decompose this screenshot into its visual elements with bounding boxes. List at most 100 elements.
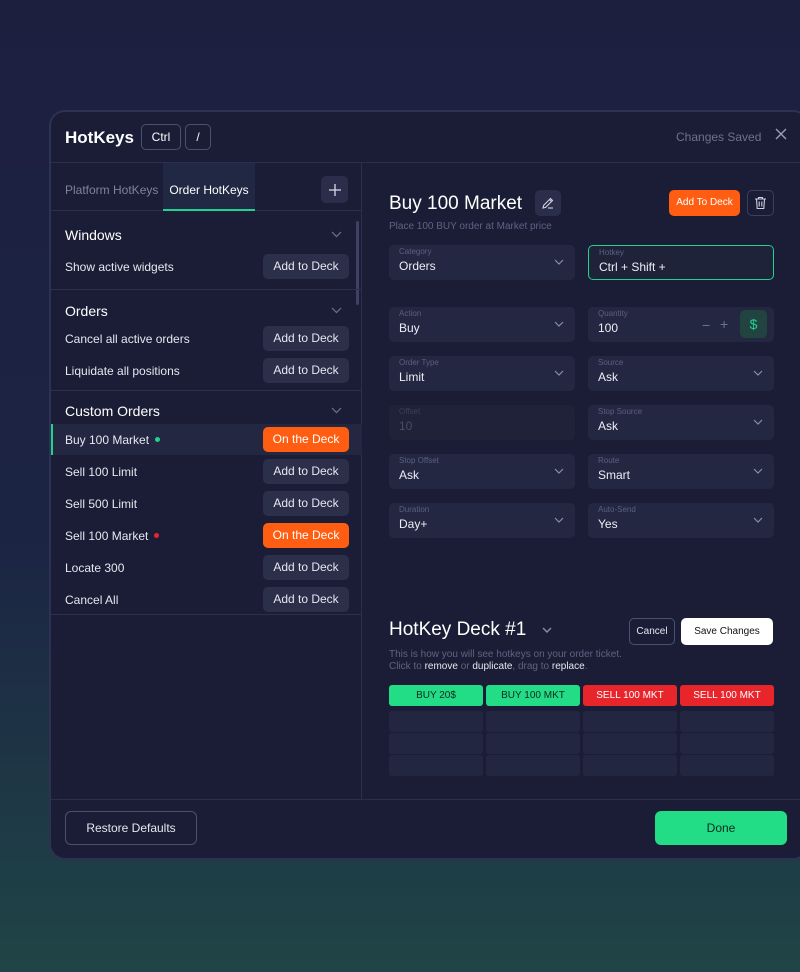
tab-platform-hotkeys[interactable]: Platform HotKeys	[65, 163, 158, 211]
on-the-deck-button[interactable]: On the Deck	[263, 427, 349, 452]
add-to-deck-button[interactable]: Add to Deck	[263, 326, 349, 351]
restore-defaults-button[interactable]: Restore Defaults	[65, 811, 197, 845]
deck-cell-empty[interactable]	[389, 711, 483, 732]
add-to-deck-button[interactable]: Add To Deck	[669, 190, 740, 216]
cancel-button[interactable]: Cancel	[629, 618, 675, 645]
add-to-deck-button[interactable]: Add to Deck	[263, 491, 349, 516]
deck-cell-empty[interactable]	[486, 755, 580, 776]
deck-cell-empty[interactable]	[486, 733, 580, 754]
deck-cell-empty[interactable]	[680, 733, 774, 754]
deck-title[interactable]: HotKey Deck #1	[389, 619, 526, 641]
list-item[interactable]: Sell 100 Limit Add to Deck	[51, 456, 362, 487]
divider	[51, 390, 362, 391]
route-select[interactable]: Route Smart	[588, 454, 774, 489]
dialog-footer: Restore Defaults Done	[51, 799, 800, 858]
on-the-deck-button[interactable]: On the Deck	[263, 523, 349, 548]
add-to-deck-button[interactable]: Add to Deck	[263, 358, 349, 383]
add-to-deck-button[interactable]: Add to Deck	[263, 254, 349, 279]
trash-icon	[755, 196, 766, 210]
save-status: Changes Saved	[676, 130, 762, 144]
chevron-down-icon	[554, 321, 564, 327]
shortcut-key-ctrl: Ctrl	[141, 124, 181, 150]
list-item: Cancel all active orders Add to Deck	[51, 323, 362, 354]
deck-cell-empty[interactable]	[583, 755, 677, 776]
list-item-label: Sell 500 Limit	[65, 497, 138, 511]
list-item[interactable]: Sell 100 Market On the Deck	[51, 520, 362, 551]
minus-icon[interactable]: −	[702, 317, 710, 333]
list-item-label: Buy 100 Market	[65, 433, 150, 447]
section-header-windows[interactable]: Windows	[65, 227, 122, 243]
deck-cell-buy[interactable]: BUY 100 MKT	[486, 685, 580, 706]
deck-help-text: This is how you will see hotkeys on your…	[389, 649, 622, 660]
chevron-down-icon	[753, 419, 763, 425]
deck-cell-empty[interactable]	[583, 711, 677, 732]
chevron-down-icon	[554, 517, 564, 523]
chevron-down-icon[interactable]	[331, 227, 342, 241]
chevron-down-icon[interactable]	[331, 303, 342, 317]
add-to-deck-button[interactable]: Add to Deck	[263, 555, 349, 580]
list-item[interactable]: Locate 300 Add to Deck	[51, 552, 362, 583]
order-type-select[interactable]: Order Type Limit	[389, 356, 575, 391]
plus-icon	[328, 183, 341, 196]
chevron-down-icon	[753, 468, 763, 474]
deck-instructions: Click to remove or duplicate, drag to re…	[389, 661, 588, 672]
auto-send-select[interactable]: Auto-Send Yes	[588, 503, 774, 538]
quantity-stepper[interactable]: Quantity 100 − + $	[588, 307, 774, 342]
error-dot-icon	[154, 533, 160, 539]
deck-cell-empty[interactable]	[389, 755, 483, 776]
active-dot-icon	[155, 437, 161, 443]
dollar-toggle-button[interactable]: $	[740, 310, 767, 338]
list-item[interactable]: Sell 500 Limit Add to Deck	[51, 488, 362, 519]
hotkey-editor-panel: Buy 100 Market Place 100 BUY order at Ma…	[363, 163, 800, 799]
chevron-down-icon	[554, 468, 564, 474]
list-item-label: Cancel all active orders	[65, 332, 190, 346]
hotkey-input[interactable]: Hotkey Ctrl + Shift +	[588, 245, 774, 280]
offset-field: Offset 10	[389, 405, 575, 440]
list-item-label: Cancel All	[65, 593, 119, 607]
list-item-label: Sell 100 Limit	[65, 465, 138, 479]
tab-order-hotkeys[interactable]: Order HotKeys	[163, 163, 255, 211]
source-select[interactable]: Source Ask	[588, 356, 774, 391]
deck-cell-empty[interactable]	[680, 711, 774, 732]
duration-select[interactable]: Duration Day+	[389, 503, 575, 538]
shortcut-key-slash: /	[185, 124, 211, 150]
divider	[51, 289, 362, 290]
deck-cell-sell[interactable]: SELL 100 MKT	[680, 685, 774, 706]
chevron-down-icon	[554, 370, 564, 376]
tab-bar: Platform HotKeys Order HotKeys	[51, 163, 362, 211]
done-button[interactable]: Done	[655, 811, 787, 845]
chevron-down-icon[interactable]	[331, 403, 342, 417]
deck-cell-empty[interactable]	[486, 711, 580, 732]
chevron-down-icon[interactable]	[541, 624, 553, 636]
list-item: Show active widgets Add to Deck	[51, 251, 362, 282]
chevron-down-icon	[753, 370, 763, 376]
deck-cell-empty[interactable]	[680, 755, 774, 776]
dialog-header: HotKeys Ctrl / Changes Saved	[51, 112, 800, 163]
stop-offset-select[interactable]: Stop Offset Ask	[389, 454, 575, 489]
section-header-orders[interactable]: Orders	[65, 303, 108, 319]
list-item: Liquidate all positions Add to Deck	[51, 355, 362, 386]
section-header-custom-orders[interactable]: Custom Orders	[65, 403, 160, 419]
category-select[interactable]: Category Orders	[389, 245, 575, 280]
deck-cell-buy[interactable]: BUY 20$	[389, 685, 483, 706]
stop-source-select[interactable]: Stop Source Ask	[588, 405, 774, 440]
list-item[interactable]: Cancel All Add to Deck	[51, 584, 362, 615]
list-item-label: Locate 300	[65, 561, 125, 575]
close-icon[interactable]	[771, 126, 791, 146]
add-to-deck-button[interactable]: Add to Deck	[263, 587, 349, 612]
delete-button[interactable]	[747, 190, 774, 216]
plus-icon[interactable]: +	[720, 316, 728, 332]
action-select[interactable]: Action Buy	[389, 307, 575, 342]
divider	[51, 614, 362, 615]
deck-cell-sell[interactable]: SELL 100 MKT	[583, 685, 677, 706]
pencil-icon	[542, 197, 554, 209]
deck-cell-empty[interactable]	[389, 733, 483, 754]
edit-title-button[interactable]	[535, 190, 561, 216]
list-item-selected[interactable]: Buy 100 Market On the Deck	[51, 424, 362, 455]
save-changes-button[interactable]: Save Changes	[681, 618, 773, 645]
deck-cell-empty[interactable]	[583, 733, 677, 754]
add-hotkey-button[interactable]	[321, 176, 348, 203]
list-item-label: Liquidate all positions	[65, 364, 180, 378]
list-item-label: Sell 100 Market	[65, 529, 149, 543]
add-to-deck-button[interactable]: Add to Deck	[263, 459, 349, 484]
